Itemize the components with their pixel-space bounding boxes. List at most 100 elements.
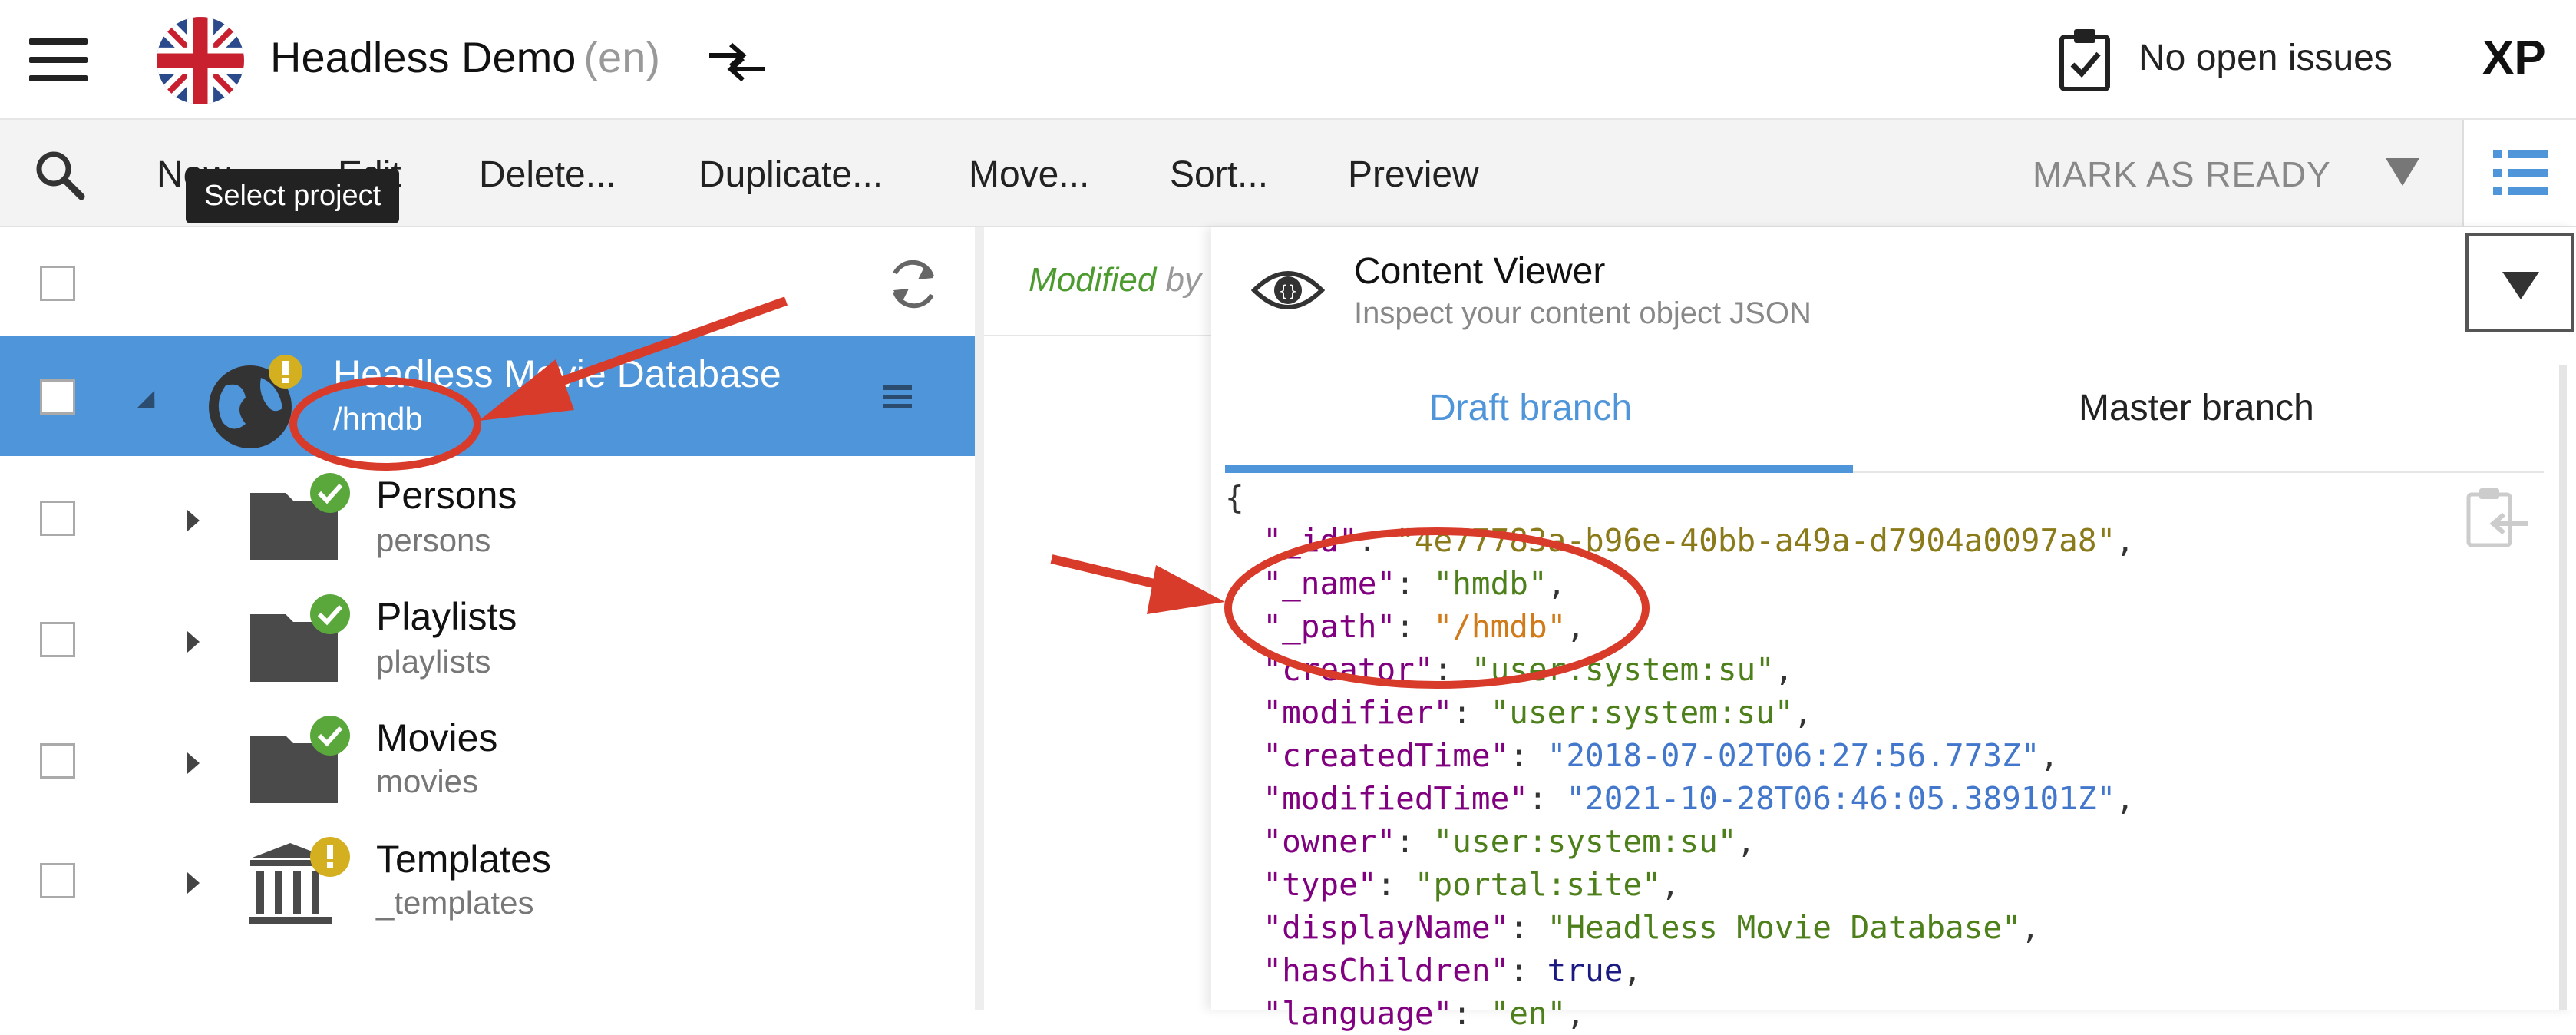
row-checkbox[interactable]: [40, 743, 75, 779]
json-line: "_id": "4e77783a-b96e-40bb-a49a-d7904a00…: [1263, 522, 2135, 559]
tree-item-path: playlists: [376, 643, 491, 680]
duplicate-button[interactable]: Duplicate...: [698, 154, 883, 196]
json-key: modifier: [1282, 694, 1434, 731]
divider: [984, 335, 1214, 336]
tree-item-name: Templates: [376, 838, 551, 881]
scrollbar[interactable]: [2559, 365, 2567, 1010]
json-line: "language": "en",: [1263, 995, 1586, 1032]
expand-icon[interactable]: [187, 752, 200, 774]
json-key: creator: [1282, 651, 1415, 688]
copy-to-clipboard-icon[interactable]: [2464, 485, 2530, 550]
hamburger-menu-icon[interactable]: [29, 38, 88, 81]
switch-arrows-icon[interactable]: [706, 40, 768, 83]
move-button[interactable]: Move...: [969, 154, 1089, 196]
project-selector[interactable]: Headless Demo (en): [270, 32, 660, 82]
tree-item-name: Headless Movie Database: [333, 352, 781, 395]
json-value: "user:system:su": [1471, 651, 1775, 688]
json-key: modifiedTime: [1282, 780, 1510, 817]
tree-item-path: /hmdb: [333, 401, 423, 437]
tree-item-path: persons: [376, 522, 491, 558]
uk-flag-icon[interactable]: [157, 17, 244, 104]
tree-item-name: Playlists: [376, 595, 517, 638]
select-all-checkbox[interactable]: [40, 266, 75, 301]
json-key: createdTime: [1282, 737, 1491, 774]
widget-selector-dropdown[interactable]: [2465, 233, 2574, 332]
json-line: "owner": "user:system:su",: [1263, 823, 1756, 860]
json-line: "displayName": "Headless Movie Database"…: [1263, 909, 2040, 946]
json-value: "portal:site": [1414, 866, 1661, 903]
json-key: _name: [1282, 565, 1377, 602]
mark-ready-dropdown-icon[interactable]: [2386, 158, 2419, 186]
json-line: "modifier": "user:system:su",: [1263, 694, 1813, 731]
refresh-icon[interactable]: [883, 253, 944, 315]
json-line: "_path": "/hmdb",: [1263, 608, 1586, 645]
folder-icon: [247, 713, 355, 809]
json-line: "type": "portal:site",: [1263, 866, 1680, 903]
json-line: "creator": "user:system:su",: [1263, 651, 1794, 688]
json-key: _path: [1282, 608, 1377, 645]
tab-draft-branch[interactable]: Draft branch: [1429, 387, 1632, 429]
json-value: "hmdb": [1433, 565, 1547, 602]
widget-subtitle: Inspect your content object JSON: [1354, 296, 1811, 330]
json-line: "hasChildren": true,: [1263, 952, 1643, 989]
json-value: "user:system:su": [1490, 694, 1794, 731]
folder-icon: [247, 591, 355, 688]
json-line: "_name": "hmdb",: [1263, 565, 1567, 602]
project-language: (en): [583, 33, 660, 81]
json-key: language: [1282, 995, 1434, 1032]
chevron-down-icon: [2502, 272, 2539, 299]
json-key: hasChildren: [1282, 952, 1491, 989]
json-viewer[interactable]: { "_id": "4e77783a-b96e-40bb-a49a-d7904a…: [1225, 476, 2135, 1035]
row-checkbox[interactable]: [40, 622, 75, 657]
clipboard-check-icon[interactable]: [2057, 28, 2112, 92]
row-menu-icon[interactable]: [883, 385, 912, 408]
expand-icon[interactable]: [187, 631, 200, 653]
widget-title: Content Viewer: [1354, 251, 1606, 292]
json-value: "Headless Movie Database": [1547, 909, 2021, 946]
json-line: "modifiedTime": "2021-10-28T06:46:05.389…: [1263, 780, 2135, 817]
json-line: "createdTime": "2018-07-02T06:27:56.773Z…: [1263, 737, 2059, 774]
json-value: "/hmdb": [1433, 608, 1567, 645]
templates-icon: [247, 834, 355, 931]
collapse-icon[interactable]: [137, 390, 155, 408]
preview-button[interactable]: Preview: [1348, 154, 1479, 196]
app-logo[interactable]: XP: [2482, 31, 2546, 85]
list-icon: [2493, 150, 2548, 195]
json-key: owner: [1282, 823, 1377, 860]
row-checkbox[interactable]: [40, 863, 75, 898]
json-value: true: [1547, 952, 1623, 989]
svg-text:{}: {}: [1279, 282, 1297, 300]
json-value: "2018-07-02T06:27:56.773Z": [1547, 737, 2040, 774]
expand-icon[interactable]: [187, 510, 200, 531]
row-checkbox[interactable]: [40, 501, 75, 536]
sort-button[interactable]: Sort...: [1170, 154, 1268, 196]
details-panel-toggle[interactable]: [2462, 120, 2576, 226]
json-value: "en": [1490, 995, 1567, 1032]
tree-item-path: _templates: [376, 885, 534, 921]
tree-item-name: Movies: [376, 716, 498, 759]
active-tab-indicator: [1225, 465, 1853, 473]
json-open-brace: {: [1225, 479, 1244, 516]
json-key: type: [1282, 866, 1358, 903]
select-project-tooltip: Select project: [186, 169, 400, 223]
site-globe-icon: [203, 355, 302, 455]
json-key: _id: [1282, 522, 1339, 559]
modified-by-label: by: [1165, 261, 1202, 299]
search-icon[interactable]: [32, 147, 86, 201]
mark-as-ready-button[interactable]: MARK AS READY: [2033, 154, 2331, 195]
issues-status[interactable]: No open issues: [2138, 37, 2393, 79]
project-name: Headless Demo: [270, 33, 576, 81]
json-value: "user:system:su": [1433, 823, 1737, 860]
eye-icon: {}: [1250, 261, 1326, 319]
json-value: "4e77783a-b96e-40bb-a49a-d7904a0097a8": [1395, 522, 2116, 559]
json-value: "2021-10-28T06:46:05.389101Z": [1566, 780, 2116, 817]
modified-status: Modified by: [1029, 261, 1201, 299]
delete-button[interactable]: Delete...: [479, 154, 616, 196]
tab-master-branch[interactable]: Master branch: [2079, 387, 2314, 429]
expand-icon[interactable]: [187, 872, 200, 894]
row-checkbox[interactable]: [40, 379, 75, 415]
folder-icon: [247, 470, 355, 567]
json-key: displayName: [1282, 909, 1491, 946]
preview-area: [984, 227, 1214, 1010]
tree-item-path: movies: [376, 763, 479, 799]
